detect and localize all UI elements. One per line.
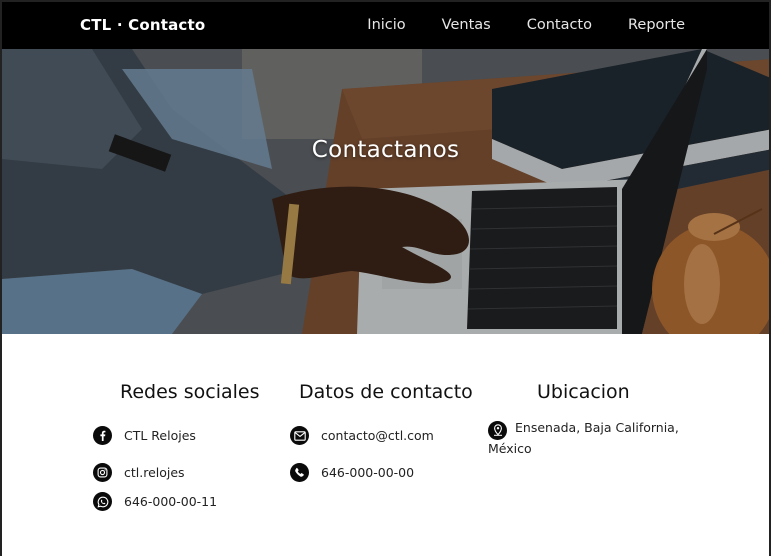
navbar: CTL · Contacto Inicio Ventas Contacto Re… bbox=[2, 0, 769, 49]
brand-logo[interactable]: CTL · Contacto bbox=[80, 16, 205, 34]
social-item-whatsapp[interactable]: 646-000-00-11 bbox=[93, 492, 217, 511]
location-heading: Ubicacion bbox=[537, 381, 630, 403]
social-item-label: 646-000-00-11 bbox=[124, 494, 218, 509]
phone-icon bbox=[290, 463, 309, 482]
instagram-icon bbox=[93, 463, 112, 482]
social-heading: Redes sociales bbox=[120, 381, 260, 403]
nav-links: Inicio Ventas Contacto Reporte bbox=[331, 17, 685, 33]
nav-link-contacto[interactable]: Contacto bbox=[527, 17, 592, 33]
hero-banner: Contactanos bbox=[2, 49, 769, 334]
nav-link-reporte[interactable]: Reporte bbox=[628, 17, 685, 33]
contact-heading: Datos de contacto bbox=[299, 381, 473, 403]
social-item-label: CTL Relojes bbox=[124, 428, 196, 443]
facebook-icon bbox=[93, 426, 112, 445]
contact-item-email[interactable]: contacto@ctl.com bbox=[290, 426, 434, 445]
mail-icon bbox=[290, 426, 309, 445]
location-address[interactable]: Ensenada, Baja California, México bbox=[488, 419, 698, 458]
social-item-label: ctl.relojes bbox=[124, 465, 185, 480]
map-pin-icon bbox=[488, 420, 507, 440]
nav-link-inicio[interactable]: Inicio bbox=[367, 17, 405, 33]
contact-item-label: 646-000-00-00 bbox=[321, 465, 415, 480]
contact-item-phone[interactable]: 646-000-00-00 bbox=[290, 463, 414, 482]
hero-title: Contactanos bbox=[311, 137, 460, 163]
whatsapp-icon bbox=[93, 492, 112, 511]
social-item-facebook[interactable]: CTL Relojes bbox=[93, 426, 196, 445]
social-item-instagram[interactable]: ctl.relojes bbox=[93, 463, 185, 482]
nav-link-ventas[interactable]: Ventas bbox=[442, 17, 491, 33]
location-label: Ensenada, Baja California, México bbox=[488, 420, 679, 456]
contact-item-label: contacto@ctl.com bbox=[321, 428, 434, 443]
hero-background-image bbox=[2, 49, 769, 334]
